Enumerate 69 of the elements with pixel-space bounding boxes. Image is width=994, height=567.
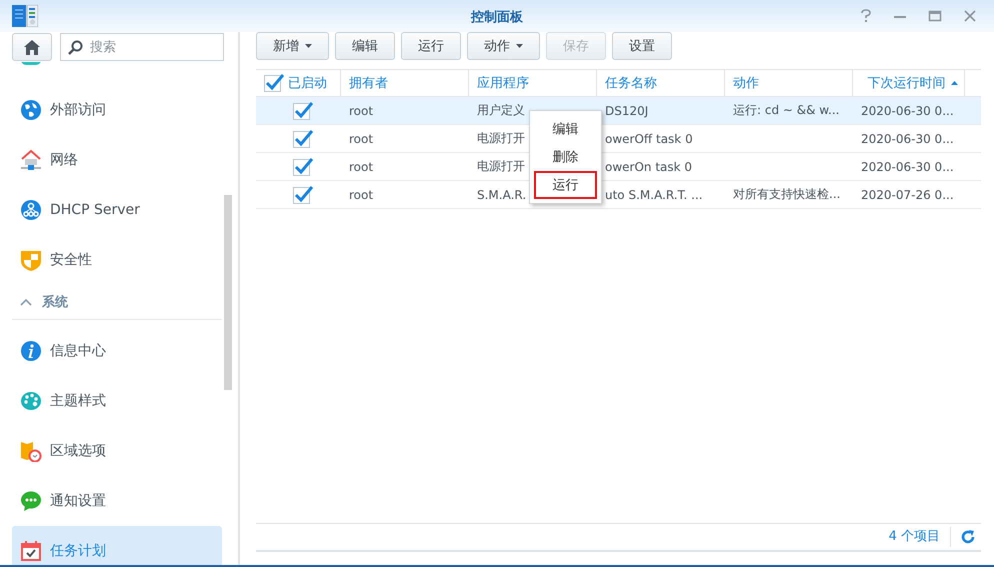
- table-cell: root: [349, 104, 374, 118]
- sidebar-item[interactable]: 信息中心: [12, 326, 222, 376]
- help-icon[interactable]: [860, 9, 872, 23]
- close-icon[interactable]: [963, 9, 977, 23]
- table-cell: 2020-07-26 0...: [861, 188, 954, 202]
- window-title: 控制面板: [471, 9, 523, 26]
- column-header[interactable]: 下次运行时间: [868, 74, 958, 92]
- enabled-checkbox[interactable]: [292, 184, 312, 204]
- chevron-up-icon: [20, 298, 32, 306]
- column-header[interactable]: 任务名称: [605, 74, 657, 92]
- column-header[interactable]: 拥有者: [349, 74, 388, 92]
- table-cell: root: [349, 188, 374, 202]
- house-network-icon: [20, 149, 42, 171]
- table-cell: 电源打开: [477, 158, 525, 175]
- network-nodes-icon: [20, 199, 42, 221]
- home-button[interactable]: [12, 33, 52, 61]
- sort-ascending-icon: [950, 81, 958, 85]
- item-count: 4 个项目: [888, 527, 951, 547]
- maximize-icon[interactable]: [928, 9, 942, 23]
- table-cell: root: [349, 160, 374, 174]
- sidebar-item[interactable]: 主题样式: [12, 376, 222, 426]
- table-cell: owerOff task 0: [605, 132, 693, 146]
- toolbar-button[interactable]: 编辑: [335, 32, 395, 60]
- enabled-checkbox[interactable]: [292, 100, 312, 120]
- chat-bubble-icon: [20, 490, 42, 512]
- table-cell: 电源打开: [477, 130, 525, 147]
- enabled-checkbox[interactable]: [292, 128, 312, 148]
- sidebar-section-header[interactable]: 系统: [12, 285, 222, 320]
- sidebar-item[interactable]: 通知设置: [12, 476, 222, 526]
- table-cell: uto S.M.A.R.T. ...: [605, 188, 703, 202]
- table-cell: owerOn task 0: [605, 160, 692, 174]
- table-cell: root: [349, 132, 374, 146]
- table-cell: 用户定义: [477, 102, 525, 119]
- caret-down-icon: [305, 44, 312, 48]
- column-header[interactable]: 已启动: [288, 74, 327, 92]
- scrollbar-thumb[interactable]: [224, 195, 232, 390]
- table-cell: 运行: cd ~ && w...: [733, 102, 840, 119]
- table-cell: 2020-06-30 0...: [861, 132, 954, 146]
- enabled-checkbox[interactable]: [292, 156, 312, 176]
- table-cell: 对所有支持快速检...: [733, 186, 840, 203]
- column-header[interactable]: 动作: [733, 74, 759, 92]
- sidebar-item[interactable]: 安全性: [12, 235, 222, 285]
- home-icon: [24, 40, 40, 54]
- column-header[interactable]: 应用程序: [477, 74, 529, 92]
- table-cell: 2020-06-30 0...: [861, 160, 954, 174]
- calendar-check-icon: [20, 540, 42, 562]
- search-field[interactable]: 搜索: [60, 33, 224, 61]
- toolbar-button[interactable]: 设置: [612, 32, 672, 60]
- control-panel-logo-icon: [12, 5, 38, 27]
- sidebar-item[interactable]: 外部访问: [12, 85, 222, 135]
- globe-icon: [20, 99, 42, 121]
- caret-down-icon: [516, 44, 523, 48]
- menu-item[interactable]: 运行: [534, 171, 597, 199]
- toolbar-button[interactable]: 运行: [401, 32, 461, 60]
- shield-icon: [20, 249, 42, 271]
- sidebar-item[interactable]: 网络: [12, 135, 222, 185]
- info-icon: [20, 340, 42, 362]
- search-icon: [68, 40, 83, 55]
- toolbar-button[interactable]: 动作: [467, 32, 540, 60]
- table-cell: DS120J: [605, 104, 648, 118]
- palette-icon: [20, 390, 42, 412]
- refresh-icon[interactable]: [961, 530, 975, 544]
- table-cell: 2020-06-30 0...: [861, 104, 954, 118]
- toolbar-button[interactable]: 新增: [256, 32, 329, 60]
- table-cell: S.M.A.R.: [477, 188, 526, 202]
- select-all-checkbox[interactable]: [264, 73, 284, 93]
- sidebar-item[interactable]: DHCP Server: [12, 185, 222, 235]
- map-clock-icon: [20, 440, 42, 462]
- sidebar-item[interactable]: 区域选项: [12, 426, 222, 476]
